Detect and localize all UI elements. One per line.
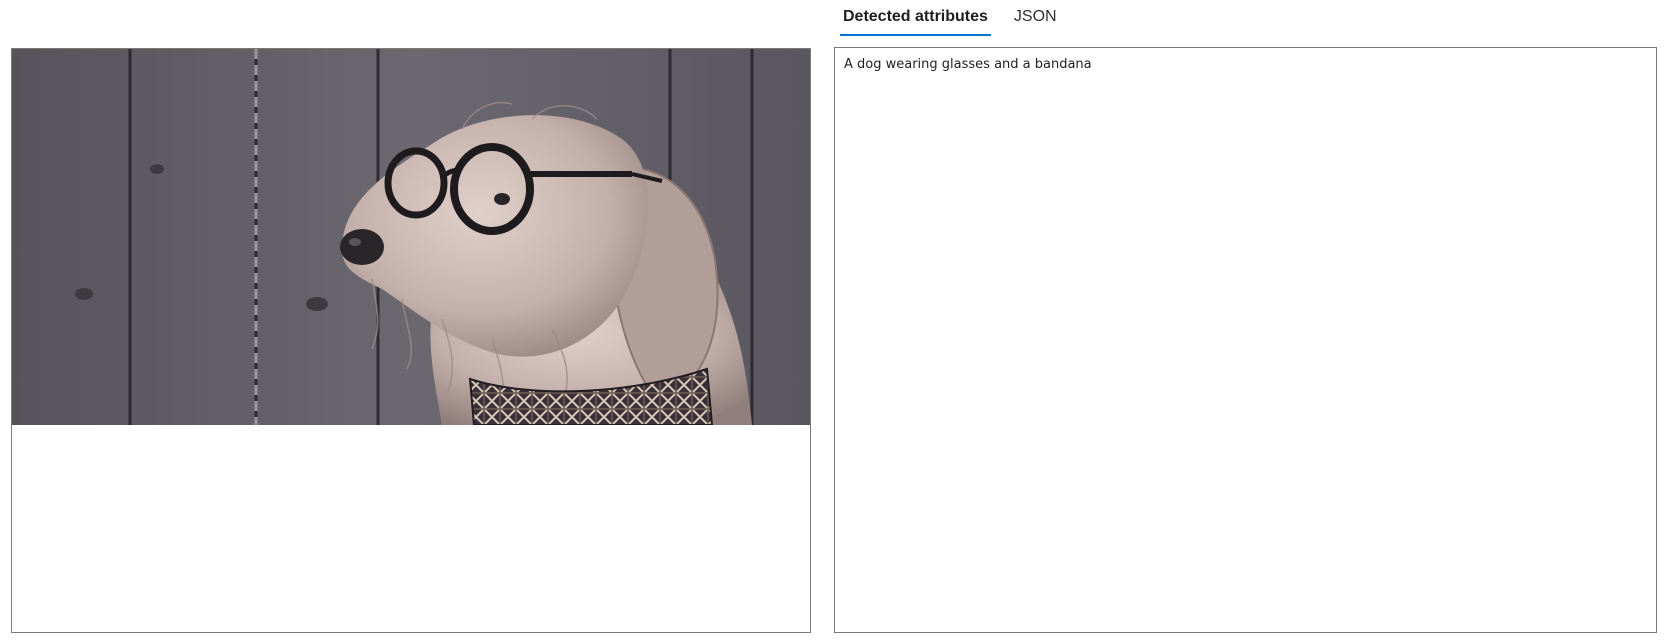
app-root: Detected attributes JSON A dog wearing g… bbox=[0, 0, 1667, 643]
image-panel bbox=[11, 48, 811, 633]
dog-nose bbox=[340, 229, 384, 265]
tab-detected-attributes[interactable]: Detected attributes bbox=[840, 0, 991, 36]
caption-text: A dog wearing glasses and a bandana bbox=[844, 57, 1092, 72]
tab-json[interactable]: JSON bbox=[1011, 0, 1060, 36]
attributes-panel: A dog wearing glasses and a bandana bbox=[834, 47, 1657, 633]
result-tabs: Detected attributes JSON bbox=[840, 0, 1080, 38]
dog-photo bbox=[12, 49, 810, 425]
